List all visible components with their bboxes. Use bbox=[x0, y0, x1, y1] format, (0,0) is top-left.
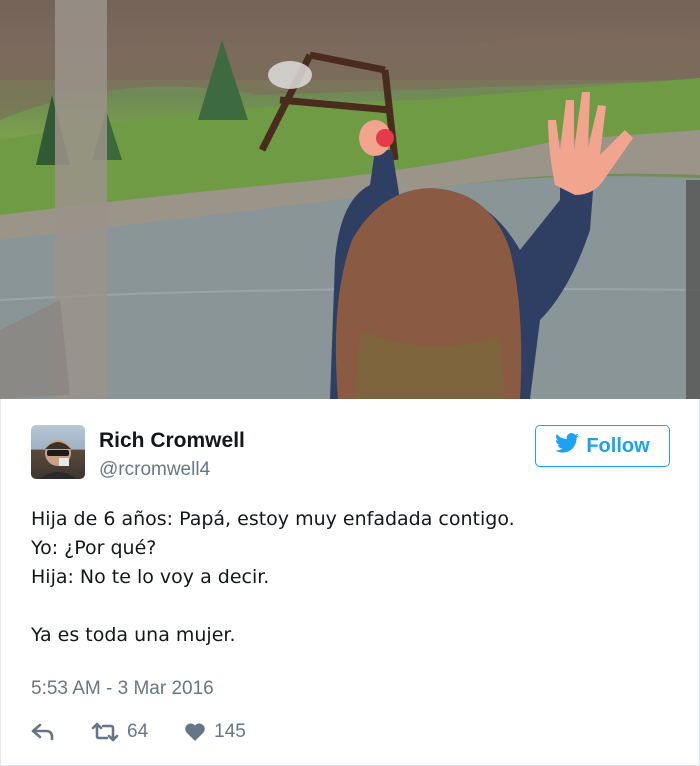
retweet-button[interactable]: 64 bbox=[91, 721, 148, 743]
photo-scene bbox=[0, 0, 700, 399]
tweet-timestamp[interactable]: 5:53 AM - 3 Mar 2016 bbox=[31, 678, 214, 700]
retweet-icon bbox=[91, 722, 119, 742]
like-count: 145 bbox=[214, 721, 246, 742]
tweet-line: Hija: No te lo voy a decir. bbox=[31, 566, 270, 588]
retweet-count: 64 bbox=[127, 721, 149, 742]
author-avatar[interactable] bbox=[31, 425, 85, 479]
tweet-actions: 64 145 bbox=[31, 719, 246, 745]
tweet-card: Rich Cromwell @rcromwell4 Follow Hija de… bbox=[0, 399, 700, 766]
tweet-line: Hija de 6 años: Papá, estoy muy enfadada… bbox=[31, 508, 515, 530]
tweet-text: Hija de 6 años: Papá, estoy muy enfadada… bbox=[31, 505, 671, 650]
tweet-photo[interactable] bbox=[0, 0, 700, 399]
follow-button[interactable]: Follow bbox=[535, 425, 670, 467]
tweet-line: Yo: ¿Por qué? bbox=[31, 537, 157, 559]
like-button[interactable]: 145 bbox=[184, 721, 246, 743]
reply-button[interactable] bbox=[31, 723, 55, 741]
follow-button-label: Follow bbox=[586, 434, 650, 457]
reply-icon bbox=[31, 723, 55, 741]
tweet-line-blank bbox=[31, 592, 671, 621]
author-handle[interactable]: @rcromwell4 bbox=[99, 459, 210, 481]
tweet-line: Ya es toda una mujer. bbox=[31, 624, 236, 646]
author-name[interactable]: Rich Cromwell bbox=[99, 429, 245, 453]
heart-icon bbox=[184, 722, 206, 742]
twitter-bird-icon bbox=[555, 433, 580, 459]
